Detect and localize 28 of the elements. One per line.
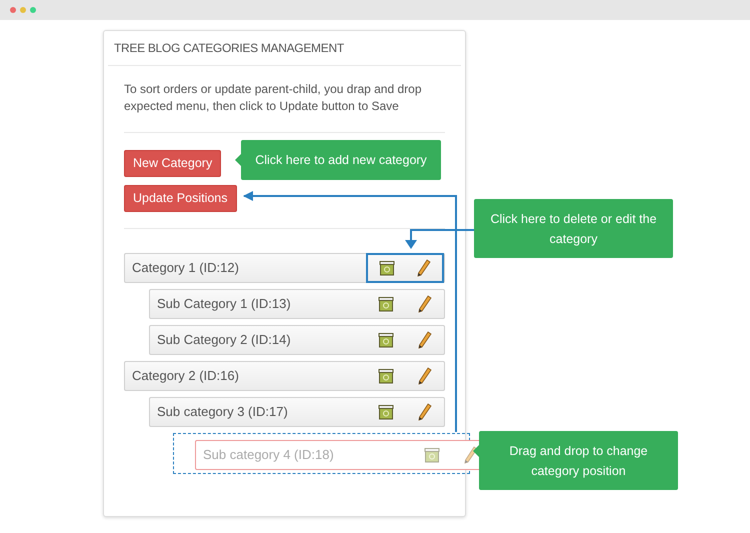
callout-text: Click here to add new category	[255, 152, 427, 169]
category-label: Sub Category 2 (ID:14)	[156, 331, 291, 350]
pencil-icon[interactable]	[418, 367, 432, 385]
pencil-icon[interactable]	[418, 295, 432, 313]
category-label: Sub category 3 (ID:17)	[156, 403, 288, 422]
trash-can-icon[interactable]	[379, 260, 395, 276]
callout-text: Click here to delete or edit the category	[490, 210, 657, 248]
trash-can-icon[interactable]	[378, 368, 394, 384]
category-row[interactable]: Sub Category 1 (ID:13)	[149, 289, 445, 319]
trash-can-icon[interactable]	[378, 404, 394, 420]
update-positions-button[interactable]: Update Positions	[124, 185, 237, 212]
new-category-button[interactable]: New Category	[124, 150, 222, 177]
category-label: Category 2 (ID:16)	[131, 367, 239, 386]
trash-can-icon[interactable]	[378, 296, 394, 312]
category-row[interactable]: Category 1 (ID:12)	[124, 253, 445, 283]
trash-can-icon[interactable]	[378, 332, 394, 348]
category-label: Category 1 (ID:12)	[131, 259, 239, 278]
category-label: Sub Category 1 (ID:13)	[156, 295, 291, 314]
category-label: Sub category 4 (ID:18)	[202, 446, 334, 464]
pencil-icon[interactable]	[417, 259, 431, 277]
instructions-text: To sort orders or update parent-child, you drap and drop expected menu, then click to Update button to Save	[124, 66, 445, 133]
pencil-icon[interactable]	[418, 331, 432, 349]
category-row[interactable]: Sub Category 2 (ID:14)	[149, 325, 445, 355]
pencil-icon[interactable]	[418, 403, 432, 421]
panel-title: TREE BLOG CATEGORIES MANAGEMENT	[108, 31, 461, 66]
category-row[interactable]: Category 2 (ID:16)	[124, 361, 445, 391]
callout-text: Drag and drop to change category position	[508, 442, 649, 480]
category-row[interactable]: Sub category 3 (ID:17)	[149, 397, 445, 427]
